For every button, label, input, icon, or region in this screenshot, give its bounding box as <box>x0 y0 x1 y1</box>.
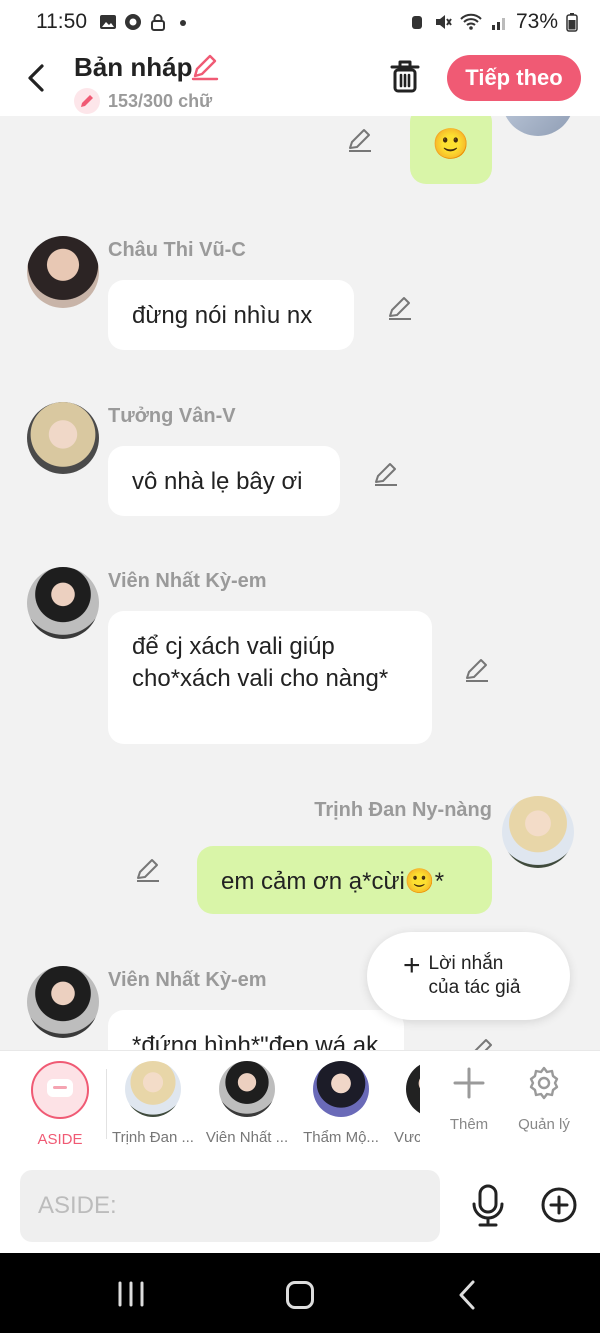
signal-icon <box>491 18 505 30</box>
nav-back-icon[interactable] <box>456 1279 478 1311</box>
edit-pencil-icon[interactable] <box>386 294 414 322</box>
message-bubble-emoji[interactable]: 🙂 <box>410 116 492 184</box>
message-text: em cảm ơn ạ*cừi🙂* <box>221 868 445 895</box>
character-item[interactable]: Trịnh Đan ... <box>108 1061 198 1146</box>
character-avatar <box>125 1061 181 1117</box>
sender-name: Viên Nhất Kỳ-em <box>108 570 267 592</box>
author-note-button[interactable]: + Lời nhắn của tác giả <box>367 932 570 1020</box>
status-bar: 11:50 73% <box>0 0 600 44</box>
avatar[interactable] <box>502 796 574 868</box>
microphone-icon[interactable] <box>470 1184 506 1228</box>
message-text: *đứng hình*"đẹp wá ak <box>132 1032 379 1050</box>
app-header: Bản nháp 153/300 chữ Tiếp theo <box>0 44 600 116</box>
divider <box>106 1069 107 1139</box>
counter-text: 153/300 chữ <box>108 90 213 111</box>
message-bubble[interactable]: em cảm ơn ạ*cừi🙂* <box>197 846 492 914</box>
edit-title-pencil-icon[interactable] <box>190 52 220 82</box>
status-time: 11:50 <box>36 10 87 33</box>
message-bubble[interactable]: đừng nói nhìu nx <box>108 280 354 350</box>
avatar[interactable] <box>27 402 99 474</box>
sender-name: Trịnh Đan Ny-nàng <box>314 799 492 821</box>
avatar[interactable] <box>27 236 99 308</box>
aside-label: ASIDE <box>37 1131 83 1148</box>
avatar[interactable] <box>27 567 99 639</box>
add-circle-icon[interactable] <box>540 1186 578 1224</box>
page-title: Bản nháp <box>74 52 193 82</box>
mute-icon <box>435 15 452 29</box>
avatar[interactable] <box>27 966 99 1038</box>
message-bubble[interactable]: để cj xách vali giúp cho*xách vali cho n… <box>108 611 432 744</box>
character-bar: ASIDE Trịnh Đan ... Viên Nhất ... Thẩm M… <box>0 1050 600 1158</box>
alarm-icon <box>411 16 422 29</box>
sender-name: Tưởng Vân-V <box>108 405 236 427</box>
trash-icon[interactable] <box>388 58 422 94</box>
character-avatar <box>313 1061 369 1117</box>
character-item[interactable]: Vưc <box>390 1061 420 1146</box>
edit-pencil-icon[interactable] <box>468 1036 496 1050</box>
edit-pencil-icon[interactable] <box>372 460 400 488</box>
gear-icon <box>529 1066 559 1100</box>
input-bar <box>0 1158 600 1253</box>
message-input[interactable] <box>20 1170 440 1242</box>
wifi-icon <box>460 13 482 30</box>
battery-percent: 73% <box>515 10 558 33</box>
smile-emoji: 🙂 <box>432 128 470 161</box>
message-text: vô nhà lẹ bây ơi <box>132 468 303 495</box>
message-bubble[interactable]: *đứng hình*"đẹp wá ak <box>108 1010 404 1050</box>
message-text: đừng nói nhìu nx <box>132 302 313 329</box>
dot-icon <box>180 20 186 26</box>
word-counter: 153/300 chữ <box>74 88 212 114</box>
message-text: để cj xách vali giúp cho*xách vali cho n… <box>132 633 389 692</box>
avatar[interactable] <box>502 116 574 136</box>
add-label: Thêm <box>449 1116 489 1133</box>
sender-name: Viên Nhất Kỳ-em <box>108 969 267 991</box>
system-nav-bar <box>0 1253 600 1333</box>
home-icon[interactable] <box>286 1281 314 1309</box>
message-bubble[interactable]: vô nhà lẹ bây ơi <box>108 446 340 516</box>
aside-chat-icon <box>47 1079 73 1097</box>
character-label: Thẩm Mộ... <box>303 1129 379 1146</box>
counter-pencil-icon <box>74 88 100 114</box>
edit-pencil-icon[interactable] <box>134 856 162 884</box>
character-item[interactable]: Viên Nhất ... <box>202 1061 292 1146</box>
battery-icon <box>566 13 578 32</box>
manage-button[interactable]: Quản lý <box>509 1065 579 1133</box>
character-label: Vưc <box>394 1129 420 1146</box>
character-label: Viên Nhất ... <box>205 1129 289 1146</box>
character-item[interactable]: Thẩm Mộ... <box>296 1061 386 1146</box>
back-arrow-icon[interactable] <box>22 60 52 96</box>
chrome-icon <box>125 14 141 30</box>
next-button[interactable]: Tiếp theo <box>447 55 581 101</box>
sender-name: Châu Thi Vũ-C <box>108 239 246 261</box>
author-note-line1: Lời nhắn <box>428 953 504 974</box>
author-note-label: Lời nhắn của tác giả <box>429 952 521 1000</box>
aside-avatar <box>31 1061 89 1119</box>
gallery-icon <box>100 15 116 29</box>
character-label: Trịnh Đan ... <box>112 1129 194 1146</box>
aside-character[interactable]: ASIDE <box>15 1061 105 1148</box>
chat-area[interactable]: 🙂 Châu Thi Vũ-C đừng nói nhìu nx Tưởng V… <box>0 116 600 1050</box>
manage-label: Quản lý <box>518 1116 570 1133</box>
character-avatar <box>406 1061 420 1117</box>
recent-apps-icon[interactable] <box>116 1281 146 1307</box>
add-character-button[interactable]: Thêm <box>434 1065 504 1133</box>
author-note-line2: của tác giả <box>428 977 521 998</box>
character-avatar <box>219 1061 275 1117</box>
plus-icon: + <box>403 949 421 982</box>
lock-icon <box>151 14 165 31</box>
edit-pencil-icon[interactable] <box>463 656 491 684</box>
edit-pencil-icon[interactable] <box>346 126 374 154</box>
plus-icon <box>453 1067 485 1099</box>
